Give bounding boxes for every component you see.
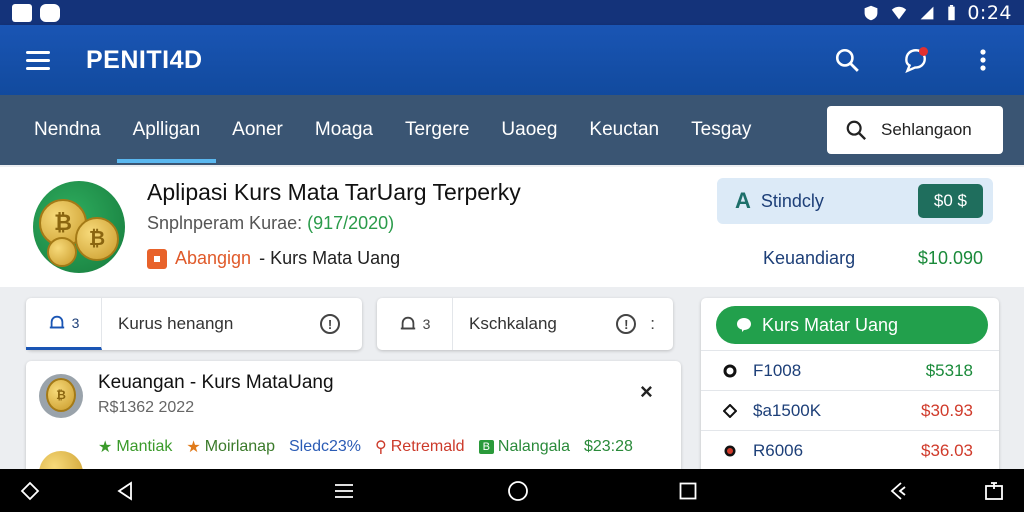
system-nav-bar [0, 469, 1024, 512]
developer-name: Abangign [175, 248, 252, 268]
meta-item: B Nalangala [478, 438, 570, 456]
bell-count[interactable]: 3 [377, 298, 453, 350]
info-icon[interactable]: ! [616, 314, 637, 334]
diamond-nav-icon[interactable] [19, 480, 41, 502]
battery-icon [948, 4, 956, 20]
pin-icon: ⚲ [375, 439, 387, 456]
tab-uaoeg[interactable]: Uaoeg [485, 95, 573, 165]
chip-extra: : [650, 314, 655, 333]
more-vert-icon[interactable] [968, 45, 998, 75]
bell-icon [400, 316, 415, 330]
balance-row: Keuandiarg $10.090 [763, 248, 983, 269]
back-icon[interactable] [114, 480, 136, 502]
coins-logo: ₿ ₿ [33, 181, 125, 273]
menu-nav-icon[interactable] [333, 480, 355, 502]
list-item-meta: ★ Mantiak ★ Moirlanap Sledc23% ⚲ Retremald … [98, 437, 633, 457]
price-button[interactable]: $0 $ [917, 184, 983, 218]
app-title-heading: Aplipasi Kurs Mata TarUarg Terperky [147, 179, 521, 205]
shield-icon [864, 5, 878, 20]
status-label: Stindcly [760, 190, 824, 211]
filter-chip-kurus[interactable]: 3 Kurus henangn ! [26, 298, 362, 350]
home-icon[interactable] [507, 480, 529, 502]
app-icon [40, 3, 60, 22]
tab-nendna[interactable]: Nendna [18, 95, 117, 165]
signal-icon [920, 6, 934, 19]
app-header-card: ₿ ₿ Aplipasi Kurs Mata TarUarg Terperky … [0, 167, 1024, 287]
update-date: (917/2020) [307, 213, 395, 233]
tab-aoner[interactable]: Aoner [216, 95, 299, 165]
chip-label: Kschkalang [469, 314, 557, 333]
meta-item: ★ Mantiak [98, 438, 173, 456]
bell-icon [49, 315, 64, 328]
clock: 0:24 [967, 1, 1012, 24]
meta-item: Sledc23% [288, 438, 362, 455]
dot-icon [723, 364, 737, 378]
meta-item: $23:28 [583, 438, 633, 455]
list-item-title: Keuangan - Kurs MataUang [98, 372, 334, 393]
b-badge-icon: B [478, 440, 494, 454]
balance-label: Keuandiarg [763, 248, 856, 268]
list-item[interactable]: ₿ Keuangan - Kurs MataUang R$1362 2022 ×… [26, 361, 681, 495]
tab-tergere[interactable]: Tergere [389, 95, 485, 165]
status-pill[interactable]: A Stindcly $0 $ [717, 178, 993, 224]
chip-label: Kurus henangn [118, 314, 234, 333]
tab-bar: Nendna Aplligan Aoner Moaga Tergere Uaoe… [0, 95, 1024, 165]
balance-value: $10.090 [917, 248, 983, 268]
search-icon[interactable] [832, 45, 862, 75]
search-icon [846, 120, 867, 141]
search-button[interactable]: Sehlangaon [827, 106, 1003, 154]
app-bar: PENITI4D [0, 25, 1024, 95]
developer-tag-text: - Kurs Mata Uang [259, 248, 401, 268]
meta-item: ★ Moirlanap [186, 438, 275, 456]
tab-tesgay[interactable]: Tesgay [675, 95, 767, 165]
wifi-icon [892, 6, 907, 19]
tab-moaga[interactable]: Moaga [299, 95, 389, 165]
rate-row[interactable]: $a1500K $30.93 [701, 390, 999, 430]
list-item-subtitle: R$1362 2022 [98, 399, 195, 416]
star-icon: ★ [186, 439, 201, 456]
red-dot-icon [723, 444, 737, 458]
rate-row[interactable]: R6006 $36.03 [701, 430, 999, 470]
app-title: PENITI4D [86, 45, 203, 74]
diamond-icon [723, 403, 737, 418]
app-subtitle: Snplnperam Kurae: (917/2020) [147, 213, 395, 233]
rates-panel: Kurs Matar Uang F1008 $5318 $a1500K $30.… [701, 298, 999, 488]
recents-icon[interactable] [677, 480, 699, 502]
filter-chip-kschkalang[interactable]: 3 Kschkalang ! : [377, 298, 673, 350]
rates-button[interactable]: Kurs Matar Uang [716, 306, 988, 344]
chat-icon [737, 318, 751, 332]
status-bar: 0:24 [0, 0, 1024, 25]
coin-thumbnail: ₿ [39, 374, 83, 418]
status-letter-icon: A [735, 188, 751, 213]
search-label: Sehlangaon [881, 120, 972, 139]
share-icon[interactable] [887, 480, 909, 502]
developer-icon [147, 248, 167, 269]
tab-aplligan[interactable]: Aplligan [116, 95, 217, 165]
star-icon: ★ [98, 439, 113, 456]
bell-count[interactable]: 3 [26, 298, 102, 350]
tab-keuctan[interactable]: Keuctan [573, 95, 675, 165]
developer-tag[interactable]: Abangign - Kurs Mata Uang [147, 248, 400, 269]
rate-row[interactable]: F1008 $5318 [701, 350, 999, 390]
menu-icon[interactable] [26, 50, 50, 70]
image-icon [12, 3, 32, 22]
info-icon[interactable]: ! [320, 314, 340, 334]
notification-badge [919, 47, 928, 56]
rotate-icon[interactable] [983, 480, 1005, 502]
chat-notification-icon[interactable] [900, 45, 930, 75]
meta-item: ⚲ Retremald [375, 438, 465, 456]
close-icon[interactable]: × [640, 379, 653, 405]
